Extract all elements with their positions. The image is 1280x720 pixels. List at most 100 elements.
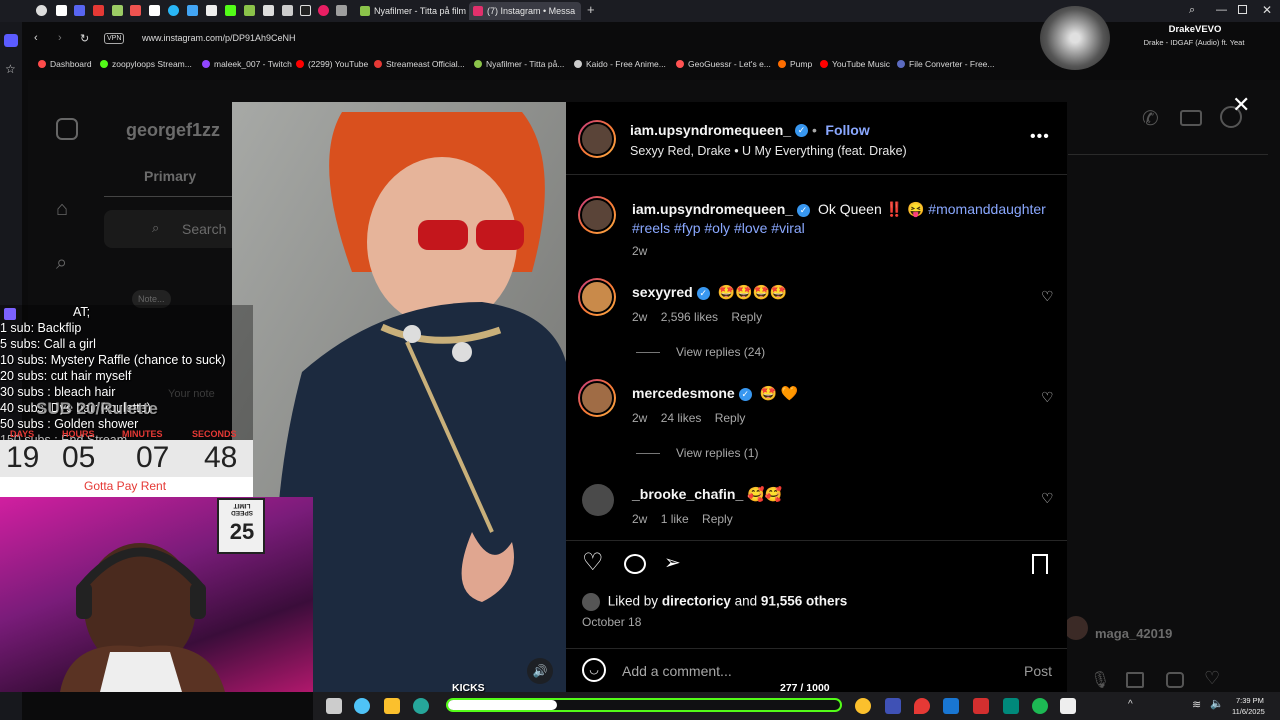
wps-icon[interactable] (973, 698, 989, 714)
close-modal-icon[interactable]: ✕ (1232, 92, 1250, 118)
comment-username[interactable]: sexyyred (632, 284, 693, 300)
comment-like-icon[interactable]: ♡ (1041, 389, 1054, 406)
maximize-icon[interactable] (1238, 5, 1247, 14)
bookmark-item[interactable]: Dashboard (38, 56, 92, 72)
tab-instagram[interactable]: (7) Instagram • Messa (469, 2, 581, 20)
pinned-tab-icon[interactable] (336, 5, 347, 16)
pinned-tab-icon[interactable] (300, 5, 311, 16)
caption-avatar[interactable] (578, 196, 616, 234)
comment-likes[interactable]: 24 likes (661, 411, 702, 425)
phone-icon[interactable]: ✆ (1142, 106, 1159, 131)
task-view-icon[interactable] (326, 698, 342, 714)
reply-button[interactable]: Reply (715, 411, 746, 425)
bookmark-item[interactable]: Nyafilmer - Titta på... (474, 56, 564, 72)
tab-primary[interactable]: Primary (144, 168, 196, 184)
search-nav-icon[interactable]: ⌕ (56, 252, 67, 275)
sticker-icon[interactable] (1166, 672, 1184, 688)
bookmark-item[interactable]: (2299) YouTube (296, 56, 368, 72)
comment-avatar[interactable] (578, 379, 616, 417)
liked-by-user[interactable]: directoricy (662, 594, 731, 609)
caption-hashtags[interactable]: #reels #fyp #oly #love #viral (632, 220, 805, 236)
comment-likes[interactable]: 1 like (661, 512, 689, 526)
close-window-icon[interactable]: ✕ (1262, 3, 1272, 17)
pinned-tab-icon[interactable] (318, 5, 329, 16)
pinned-tab-icon[interactable] (74, 5, 85, 16)
volume-icon[interactable]: 🔈 (1210, 697, 1224, 710)
pinned-tab-icon[interactable] (187, 5, 198, 16)
vpn-badge[interactable]: VPN (104, 33, 125, 44)
liked-count[interactable]: 91,556 others (761, 594, 847, 609)
comment-like-icon[interactable]: ♡ (1041, 490, 1054, 507)
caption-hashtag[interactable]: #momanddaughter (928, 201, 1046, 217)
audio-track[interactable]: Sexyy Red, Drake • U My Everything (feat… (630, 144, 907, 158)
pinned-tab-icon[interactable] (263, 5, 274, 16)
copilot-icon[interactable] (354, 698, 370, 714)
pinned-tab-icon[interactable] (282, 5, 293, 16)
spotify-icon[interactable] (1032, 698, 1048, 714)
view-replies-button[interactable]: View replies (24) (676, 345, 765, 359)
url-field[interactable]: www.instagram.com/p/DP91Ah9CeNH (142, 33, 296, 43)
author-avatar[interactable] (578, 120, 616, 158)
app-icon[interactable] (943, 698, 959, 714)
wifi-icon[interactable]: ≋ (1192, 698, 1201, 711)
emoji-icon[interactable]: ◡ (582, 658, 606, 682)
image-icon[interactable] (1126, 672, 1144, 688)
maps-icon[interactable] (914, 698, 930, 714)
instagram-logo-icon[interactable] (56, 118, 78, 140)
app-icon[interactable] (1003, 698, 1019, 714)
view-replies-button[interactable]: View replies (1) (676, 446, 758, 460)
bookmark-item[interactable]: maleek_007 - Twitch (202, 56, 292, 72)
comment-avatar[interactable] (578, 278, 616, 316)
new-tab-icon[interactable]: + (587, 2, 595, 17)
file-explorer-icon[interactable] (384, 698, 400, 714)
pinned-tab-icon[interactable] (112, 5, 123, 16)
minimize-icon[interactable]: — (1216, 4, 1227, 16)
app-icon[interactable] (885, 698, 901, 714)
follow-button[interactable]: Follow (825, 122, 869, 138)
heart-icon[interactable]: ♡ (1204, 668, 1220, 689)
tab-nyafilmer[interactable]: Nyafilmer - Titta på filmer (356, 2, 466, 20)
comment-input[interactable]: Add a comment... (622, 663, 732, 679)
pinned-tab-icon[interactable] (93, 5, 104, 16)
clock-time[interactable]: 7:39 PM (1236, 696, 1264, 705)
pinned-tab-icon[interactable] (225, 5, 236, 16)
search-tabs-icon[interactable]: ⌕ (1189, 4, 1195, 17)
comment-username[interactable]: mercedesmone (632, 385, 735, 401)
save-icon[interactable] (1032, 554, 1048, 574)
bookmark-item[interactable]: GeoGuessr - Let's e... (676, 56, 771, 72)
post-comment-button[interactable]: Post (1024, 663, 1052, 679)
pin-icon[interactable]: ☆ (5, 62, 16, 76)
comment-like-icon[interactable]: ♡ (1041, 288, 1054, 305)
bookmark-item[interactable]: Streameast Official... (374, 56, 465, 72)
like-icon[interactable]: ♡ (582, 548, 604, 577)
pinned-tab-icon[interactable] (130, 5, 141, 16)
mute-icon[interactable]: 🔊 (527, 658, 553, 684)
video-call-icon[interactable] (1180, 110, 1202, 126)
edge-icon[interactable] (413, 698, 429, 714)
comment-avatar[interactable] (582, 484, 614, 516)
bookmark-item[interactable]: Kaido - Free Anime... (574, 56, 666, 72)
home-icon[interactable] (4, 34, 18, 47)
bookmark-item[interactable]: Pump (778, 56, 812, 72)
comment-icon[interactable] (624, 554, 646, 574)
caption-username[interactable]: iam.upsyndromequeen_ (632, 201, 793, 217)
bookmark-item[interactable]: zoopyloops Stream... (100, 56, 192, 72)
reply-button[interactable]: Reply (731, 310, 762, 324)
comment-likes[interactable]: 2,596 likes (661, 310, 718, 324)
comment-username[interactable]: _brooke_chafin_ (632, 486, 743, 502)
clock-date[interactable]: 11/6/2025 (1232, 707, 1265, 716)
pinned-tab-icon[interactable] (56, 5, 67, 16)
back-icon[interactable]: ‹ (34, 32, 38, 44)
pinned-tab-icon[interactable] (168, 5, 179, 16)
app-icon[interactable] (1060, 698, 1076, 714)
bookmark-item[interactable]: YouTube Music (820, 56, 890, 72)
mic-icon[interactable]: 🎙 (1090, 670, 1110, 690)
more-options-icon[interactable]: ••• (1030, 128, 1050, 146)
pinned-tab-icon[interactable] (36, 5, 47, 16)
tray-chevron-icon[interactable]: ^ (1128, 699, 1133, 710)
chrome-icon[interactable] (855, 698, 871, 714)
bookmark-item[interactable]: File Converter - Free... (897, 56, 995, 72)
forward-icon[interactable]: › (58, 32, 62, 44)
author-username[interactable]: iam.upsyndromequeen_ (630, 122, 791, 138)
pinned-tab-icon[interactable] (206, 5, 217, 16)
